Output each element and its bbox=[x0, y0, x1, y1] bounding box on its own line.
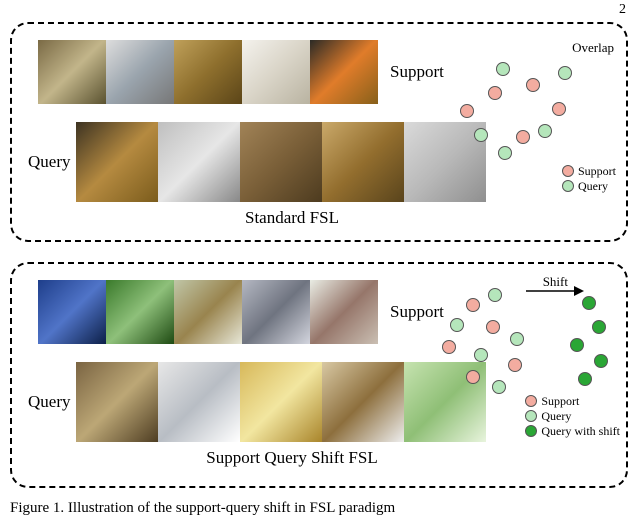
query-point bbox=[496, 62, 510, 76]
legend-support: Support bbox=[562, 164, 616, 179]
shift-arrow-icon bbox=[524, 282, 584, 300]
support-image bbox=[106, 280, 174, 344]
support-point bbox=[466, 298, 480, 312]
query-image bbox=[240, 122, 322, 202]
support-image bbox=[242, 40, 310, 104]
legend: Support Query bbox=[562, 164, 616, 194]
support-point bbox=[526, 78, 540, 92]
standard-fsl-panel: Support Query Standard FSL Overlap Suppo… bbox=[10, 22, 628, 242]
support-image bbox=[38, 40, 106, 104]
legend-shift-text: Query with shift bbox=[541, 424, 620, 438]
figure-caption: Figure 1. Illustration of the support-qu… bbox=[10, 500, 395, 517]
legend-query-text: Query bbox=[578, 179, 608, 193]
shift-point bbox=[570, 338, 584, 352]
support-image bbox=[310, 280, 378, 344]
scatter-standard: Overlap Support Query bbox=[428, 32, 618, 202]
query-point bbox=[498, 146, 512, 160]
legend-query: Query bbox=[525, 409, 620, 424]
legend: Support Query Query with shift bbox=[525, 394, 620, 439]
support-image bbox=[174, 280, 242, 344]
query-point bbox=[450, 318, 464, 332]
query-image bbox=[158, 122, 240, 202]
legend-shift: Query with shift bbox=[525, 424, 620, 439]
page-number: 2 bbox=[619, 2, 626, 18]
support-point bbox=[508, 358, 522, 372]
legend-support-text: Support bbox=[541, 394, 579, 408]
legend-query-text: Query bbox=[541, 409, 571, 423]
support-image bbox=[174, 40, 242, 104]
query-image bbox=[158, 362, 240, 442]
support-image bbox=[106, 40, 174, 104]
query-point bbox=[538, 124, 552, 138]
shift-point bbox=[578, 372, 592, 386]
query-image bbox=[76, 122, 158, 202]
query-label: Query bbox=[28, 392, 70, 412]
support-point bbox=[442, 340, 456, 354]
shift-point bbox=[592, 320, 606, 334]
support-images bbox=[38, 280, 378, 344]
support-point bbox=[486, 320, 500, 334]
query-image bbox=[240, 362, 322, 442]
legend-query: Query bbox=[562, 179, 616, 194]
support-images bbox=[38, 40, 378, 104]
scatter-overlap-label: Overlap bbox=[572, 40, 614, 56]
query-point bbox=[492, 380, 506, 394]
panel-caption: Support Query Shift FSL bbox=[92, 448, 492, 468]
legend-support-text: Support bbox=[578, 164, 616, 178]
support-point bbox=[466, 370, 480, 384]
query-image bbox=[322, 362, 404, 442]
support-point bbox=[488, 86, 502, 100]
shift-point bbox=[582, 296, 596, 310]
query-image bbox=[76, 362, 158, 442]
query-label: Query bbox=[28, 152, 70, 172]
query-point bbox=[510, 332, 524, 346]
support-point bbox=[552, 102, 566, 116]
support-image bbox=[242, 280, 310, 344]
query-image bbox=[322, 122, 404, 202]
legend-support: Support bbox=[525, 394, 620, 409]
query-point bbox=[474, 128, 488, 142]
shift-point bbox=[594, 354, 608, 368]
query-point bbox=[474, 348, 488, 362]
scatter-shift: Shift Support Query Query with shift bbox=[422, 272, 620, 440]
support-image bbox=[310, 40, 378, 104]
query-point bbox=[558, 66, 572, 80]
support-point bbox=[460, 104, 474, 118]
shift-fsl-panel: Support Query Support Query Shift FSL Sh… bbox=[10, 262, 628, 488]
query-point bbox=[488, 288, 502, 302]
query-images bbox=[76, 122, 486, 202]
support-image bbox=[38, 280, 106, 344]
panel-caption: Standard FSL bbox=[92, 208, 492, 228]
support-point bbox=[516, 130, 530, 144]
